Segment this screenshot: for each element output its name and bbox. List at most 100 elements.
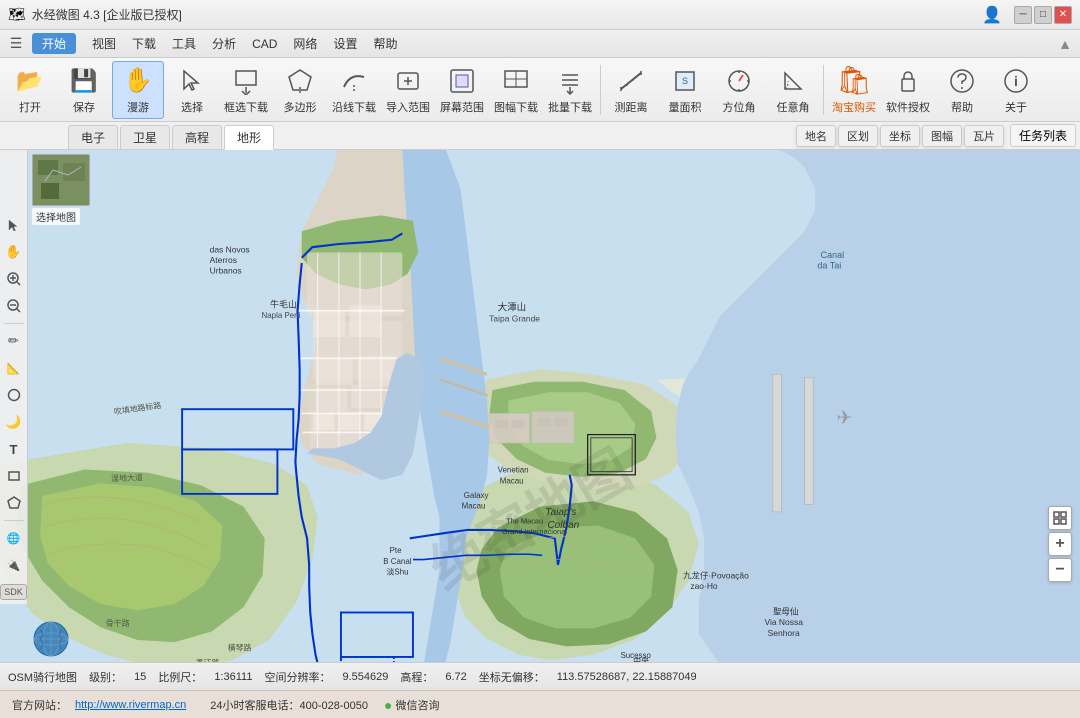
svg-text:The Macau: The Macau [506,517,543,526]
menu-item-download[interactable]: 下载 [124,32,164,55]
batch-download-icon [554,65,586,97]
ctrl-frame[interactable]: 图幅 [922,125,962,147]
svg-text:Grand Internacional: Grand Internacional [502,527,567,536]
ctrl-division[interactable]: 区划 [838,125,878,147]
map-container[interactable]: ✈ [0,150,1080,662]
line-download-button[interactable]: 沿线下载 [328,61,380,119]
map-thumbnail[interactable] [32,154,90,206]
maximize-button[interactable]: □ [1034,6,1052,24]
measure-dist-label: 测距离 [615,99,648,115]
polygon-button[interactable]: 多边形 [274,61,326,119]
about-button[interactable]: i 关于 [990,61,1042,119]
help-label: 帮助 [951,99,973,115]
sdk-btn[interactable]: SDK [0,584,27,600]
svg-text:大潭山: 大潭山 [498,302,527,314]
ctrl-coordinate[interactable]: 坐标 [880,125,920,147]
bearing-button[interactable]: 方位角 [713,61,765,119]
select-tool[interactable] [2,213,26,237]
menu-item-settings[interactable]: 设置 [325,32,365,55]
layer-tool[interactable]: 🌐 [2,526,26,550]
about-icon: i [1000,65,1032,97]
draw-tool[interactable]: ✏ [2,329,26,353]
start-menu-button[interactable]: 开始 [32,33,76,54]
svg-text:S: S [682,76,688,86]
open-button[interactable]: 📂 打开 [4,61,56,119]
hamburger-menu[interactable]: ☰ [4,32,28,56]
zoom-controls: + − [1048,506,1072,582]
taobao-button[interactable]: 🛍 淘宝购买 [828,61,880,119]
screen-range-label: 屏幕范围 [440,99,484,115]
website-link[interactable]: http://www.rivermap.cn [75,699,186,711]
frame-download-label: 框选下载 [224,99,268,115]
zoom-in-tool[interactable] [2,267,26,291]
moon-tool[interactable]: 🌙 [2,410,26,434]
plugin-tool[interactable]: 🔌 [2,553,26,577]
frame-download-button[interactable]: 框选下载 [220,61,272,119]
polygon-label: 多边形 [284,99,317,115]
app-icon: 🗺 [8,6,26,23]
menu-item-view[interactable]: 视图 [84,32,124,55]
status-elevation: 6.72 [445,671,466,683]
ctrl-tile[interactable]: 瓦片 [964,125,1004,147]
svg-text:Aterros: Aterros [210,255,237,265]
measure-tool[interactable]: 📐 [2,356,26,380]
svg-text:✈: ✈ [836,408,852,429]
menu-item-cad[interactable]: CAD [244,34,285,54]
frame-download2-button[interactable]: 图幅下载 [490,61,542,119]
polygon-icon [284,65,316,97]
wechat-label[interactable]: ● 微信咨询 [384,697,439,713]
rect-tool[interactable] [2,464,26,488]
tab-elevation[interactable]: 高程 [172,125,222,149]
globe-button[interactable] [32,620,70,658]
open-label: 打开 [19,99,41,115]
win-controls: ─ □ ✕ [1014,6,1072,24]
svg-text:淡Shu: 淡Shu [386,567,408,576]
measure-dist-button[interactable]: 测距离 [605,61,657,119]
minimize-button[interactable]: ─ [1014,6,1032,24]
status-coord-label: 坐标无偏移： [479,669,545,685]
import-range-button[interactable]: 导入范围 [382,61,434,119]
svg-text:骨干路: 骨干路 [106,618,130,628]
save-button[interactable]: 💾 保存 [58,61,110,119]
help-button[interactable]: 帮助 [936,61,988,119]
help-icon [946,65,978,97]
select-button[interactable]: 选择 [166,61,218,119]
circle-tool[interactable] [2,383,26,407]
svg-text:Senhora: Senhora [768,628,800,638]
task-angle-button[interactable]: 任意角 [767,61,819,119]
menu-item-analysis[interactable]: 分析 [204,32,244,55]
svg-text:湿地大道: 湿地大道 [111,472,143,483]
task-list-tab[interactable]: 任务列表 [1010,124,1076,147]
bearing-icon [723,65,755,97]
roam-button[interactable]: ✋ 漫游 [112,61,164,119]
menu-item-tools[interactable]: 工具 [164,32,204,55]
batch-download-button[interactable]: 批量下载 [544,61,596,119]
menu-item-network[interactable]: 网络 [285,32,325,55]
svg-text:Pte: Pte [390,546,402,555]
frame-download2-icon [500,65,532,97]
status-coord: 113.57528687, 22.15887049 [557,671,697,683]
select-map-label[interactable]: 选择地图 [32,208,80,225]
text-tool[interactable]: T [2,437,26,461]
ctrl-placename[interactable]: 地名 [796,125,836,147]
measure-area-button[interactable]: S 量面积 [659,61,711,119]
import-range-icon [392,65,424,97]
poly-tool[interactable] [2,491,26,515]
auth-button[interactable]: 软件授权 [882,61,934,119]
zoom-out-tool[interactable] [2,294,26,318]
status-scale: 1:36111 [214,671,252,683]
menu-item-help[interactable]: 帮助 [365,32,405,55]
tab-satellite[interactable]: 卫星 [120,125,170,149]
zoom-out-button[interactable]: − [1048,558,1072,582]
save-icon: 💾 [68,65,100,97]
zoom-in-button[interactable]: + [1048,532,1072,556]
svg-text:Napla Peni: Napla Peni [262,311,301,320]
tab-terrain[interactable]: 地形 [224,125,274,150]
tab-electronic[interactable]: 电子 [68,125,118,149]
batch-download-label: 批量下载 [548,99,592,115]
screen-range-button[interactable]: 屏幕范围 [436,61,488,119]
roam-tool[interactable]: ✋ [2,240,26,264]
close-button[interactable]: ✕ [1054,6,1072,24]
menu-collapse-arrow[interactable]: ▲ [1054,36,1076,52]
fullscreen-zoom-button[interactable] [1048,506,1072,530]
